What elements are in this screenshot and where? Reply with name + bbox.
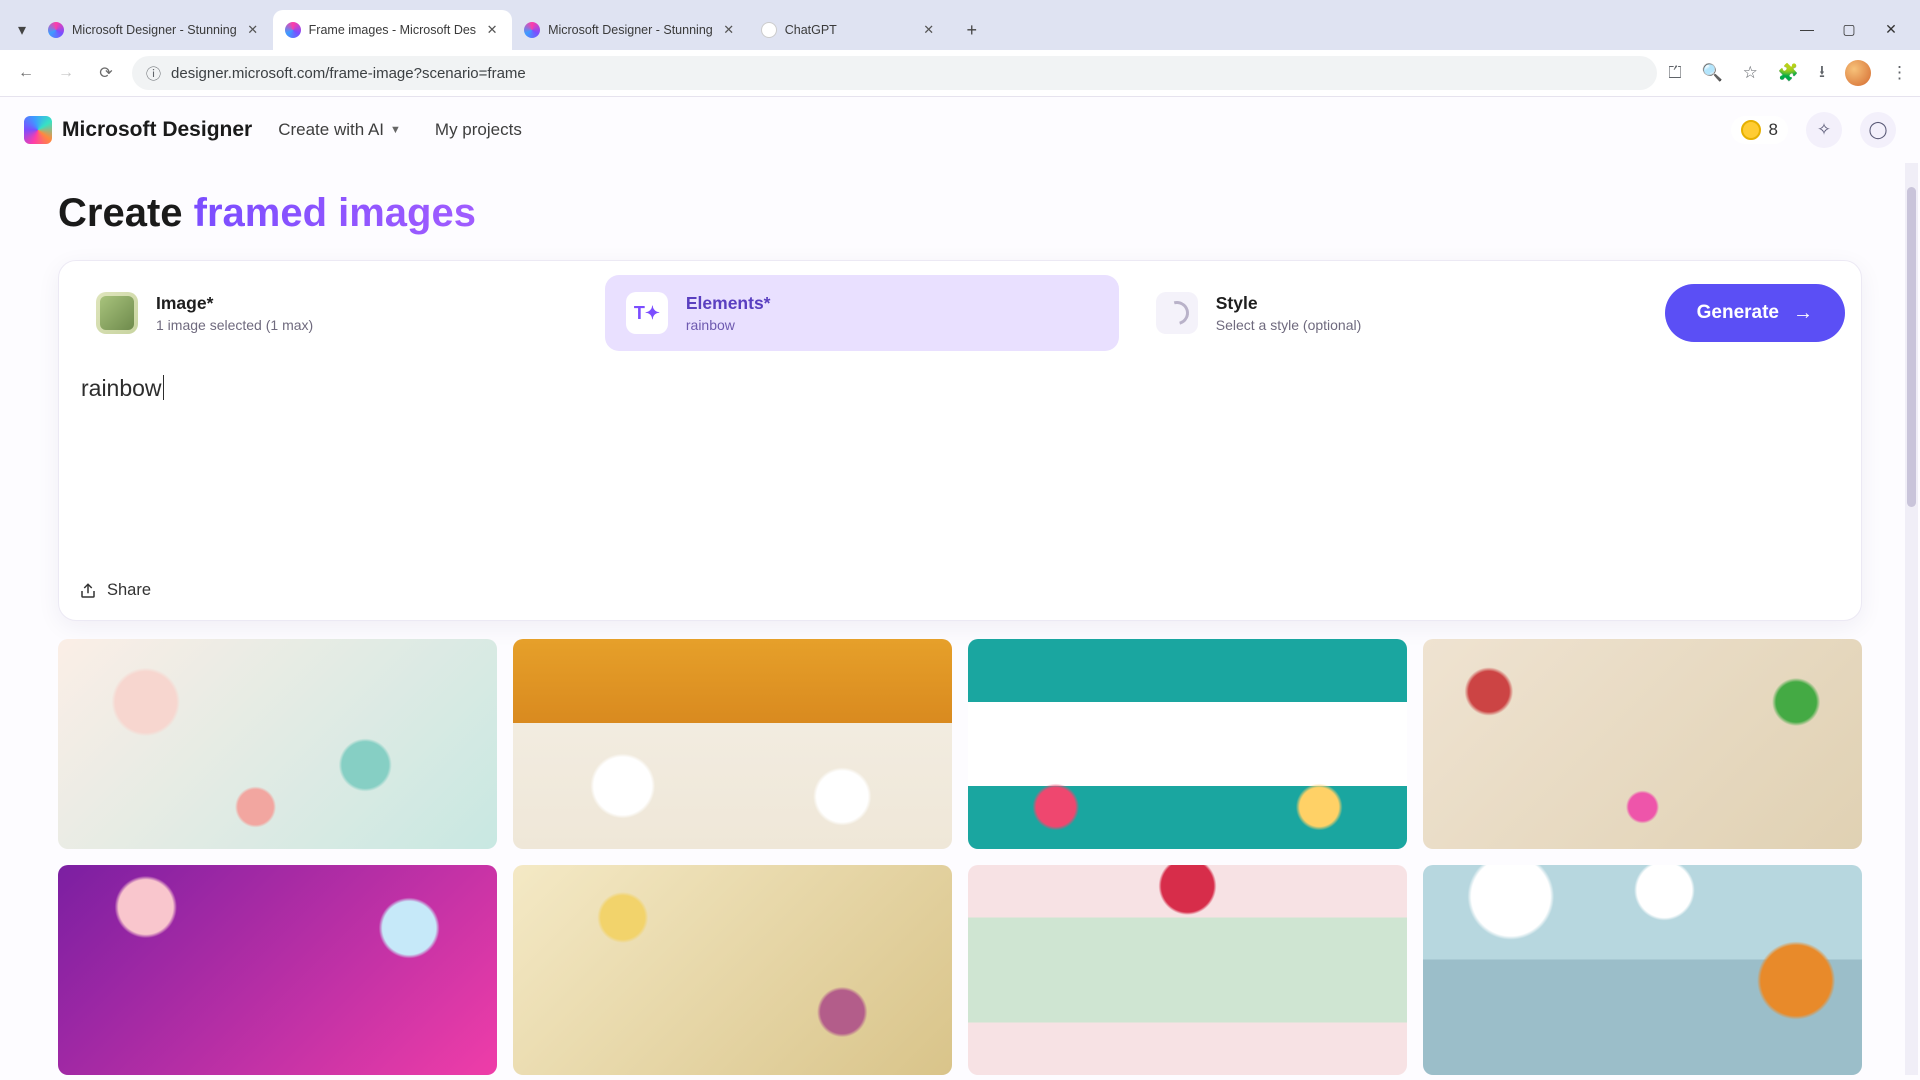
card-image[interactable]: Image* 1 image selected (1 max) bbox=[75, 275, 589, 351]
elements-prompt-input[interactable]: rainbow bbox=[75, 365, 1845, 575]
example-tile[interactable] bbox=[968, 865, 1407, 1075]
brand[interactable]: Microsoft Designer bbox=[24, 116, 252, 144]
browser-tab-active[interactable]: Frame images - Microsoft Des ✕ bbox=[273, 10, 512, 50]
example-tile[interactable] bbox=[58, 865, 497, 1075]
toolbar-right: ⏍ 🔍 ☆ 🧩 ⭳ ⋮ bbox=[1669, 59, 1908, 88]
credits-indicator[interactable]: 8 bbox=[1731, 116, 1788, 144]
nav-label: Create with AI bbox=[278, 120, 384, 140]
share-icon bbox=[79, 582, 97, 600]
app-header: Microsoft Designer Create with AI ▼ My p… bbox=[0, 97, 1920, 163]
zoom-icon[interactable]: 🔍 bbox=[1701, 63, 1722, 83]
address-bar[interactable]: ⓘ designer.microsoft.com/frame-image?sce… bbox=[132, 56, 1657, 90]
generate-button[interactable]: Generate → bbox=[1665, 284, 1845, 342]
nav-create-with-ai[interactable]: Create with AI ▼ bbox=[278, 120, 401, 140]
header-right: 8 ✧ ◯ bbox=[1731, 112, 1896, 148]
url-text: designer.microsoft.com/frame-image?scena… bbox=[171, 65, 526, 82]
browser-toolbar: ← → ⟳ ⓘ designer.microsoft.com/frame-ima… bbox=[0, 50, 1920, 97]
card-elements-sub: rainbow bbox=[686, 317, 771, 333]
tab-title: Frame images - Microsoft Des bbox=[309, 23, 476, 37]
elements-icon: T✦ bbox=[626, 292, 668, 334]
main-content: Create framed images Image* 1 image sele… bbox=[0, 163, 1920, 1075]
chevron-down-icon: ▼ bbox=[390, 124, 401, 136]
bookmark-icon[interactable]: ☆ bbox=[1743, 63, 1758, 83]
nav-label: My projects bbox=[435, 120, 522, 140]
tab-title: Microsoft Designer - Stunning bbox=[72, 23, 237, 37]
share-label: Share bbox=[107, 581, 151, 600]
card-style-sub: Select a style (optional) bbox=[1216, 317, 1362, 333]
install-app-icon[interactable]: ⏍ bbox=[1669, 63, 1682, 83]
close-tab-icon[interactable]: ✕ bbox=[484, 22, 500, 38]
browser-tab[interactable]: Microsoft Designer - Stunning ✕ bbox=[512, 10, 749, 50]
prompt-panel: Image* 1 image selected (1 max) T✦ Eleme… bbox=[58, 260, 1862, 621]
close-tab-icon[interactable]: ✕ bbox=[921, 22, 937, 38]
account-icon[interactable]: ◯ bbox=[1860, 112, 1896, 148]
nav-my-projects[interactable]: My projects bbox=[435, 120, 522, 140]
back-button[interactable]: ← bbox=[12, 59, 40, 87]
kebab-menu-icon[interactable]: ⋮ bbox=[1891, 63, 1908, 83]
tab-title: Microsoft Designer - Stunning bbox=[548, 23, 713, 37]
window-controls: — ▢ ✕ bbox=[1798, 21, 1900, 38]
extensions-icon[interactable]: 🧩 bbox=[1778, 63, 1799, 83]
example-tile[interactable] bbox=[1423, 865, 1862, 1075]
vertical-scrollbar[interactable] bbox=[1905, 163, 1918, 1075]
new-tab-button[interactable]: + bbox=[957, 15, 987, 45]
example-tile[interactable] bbox=[58, 639, 497, 849]
card-elements-label: Elements* bbox=[686, 293, 771, 314]
minimize-icon[interactable]: — bbox=[1798, 21, 1816, 38]
tab-title: ChatGPT bbox=[785, 23, 913, 37]
example-tile[interactable] bbox=[1423, 639, 1862, 849]
chatgpt-favicon bbox=[761, 22, 777, 38]
style-icon bbox=[1156, 292, 1198, 334]
downloads-icon[interactable]: ⭳ bbox=[1819, 59, 1825, 88]
tab-list: Microsoft Designer - Stunning ✕ Frame im… bbox=[36, 0, 949, 50]
designer-favicon bbox=[285, 22, 301, 38]
card-image-label: Image* bbox=[156, 293, 313, 314]
card-style[interactable]: Style Select a style (optional) bbox=[1135, 275, 1649, 351]
tab-search-dropdown[interactable]: ▾ bbox=[8, 16, 36, 44]
close-tab-icon[interactable]: ✕ bbox=[245, 22, 261, 38]
designer-favicon bbox=[524, 22, 540, 38]
example-tile[interactable] bbox=[513, 639, 952, 849]
coin-icon bbox=[1741, 120, 1761, 140]
page-title: Create framed images bbox=[58, 191, 1862, 236]
browser-tab-strip: ▾ Microsoft Designer - Stunning ✕ Frame … bbox=[0, 0, 1920, 50]
scrollbar-thumb[interactable] bbox=[1907, 187, 1916, 507]
example-tile[interactable] bbox=[968, 639, 1407, 849]
maximize-icon[interactable]: ▢ bbox=[1840, 21, 1858, 38]
prompt-value: rainbow bbox=[81, 375, 164, 402]
arrow-right-icon: → bbox=[1793, 302, 1813, 325]
browser-tab[interactable]: Microsoft Designer - Stunning ✕ bbox=[36, 10, 273, 50]
designer-favicon bbox=[48, 22, 64, 38]
main-nav: Create with AI ▼ My projects bbox=[278, 120, 522, 140]
examples-gallery bbox=[58, 639, 1862, 1075]
credits-count: 8 bbox=[1769, 120, 1778, 140]
forward-button[interactable]: → bbox=[52, 59, 80, 87]
designer-logo-icon bbox=[24, 116, 52, 144]
share-button[interactable]: Share bbox=[75, 575, 1845, 602]
share-app-icon[interactable]: ✧ bbox=[1806, 112, 1842, 148]
close-tab-icon[interactable]: ✕ bbox=[721, 22, 737, 38]
title-prefix: Create bbox=[58, 191, 194, 235]
card-style-label: Style bbox=[1216, 293, 1362, 314]
example-tile[interactable] bbox=[513, 865, 952, 1075]
generate-label: Generate bbox=[1697, 302, 1779, 324]
card-elements[interactable]: T✦ Elements* rainbow bbox=[605, 275, 1119, 351]
prompt-area[interactable]: rainbow bbox=[75, 365, 1845, 575]
title-accent: framed images bbox=[194, 191, 476, 235]
option-row: Image* 1 image selected (1 max) T✦ Eleme… bbox=[75, 275, 1845, 351]
close-window-icon[interactable]: ✕ bbox=[1882, 21, 1900, 38]
image-thumbnail bbox=[96, 292, 138, 334]
brand-name: Microsoft Designer bbox=[62, 118, 252, 142]
profile-avatar[interactable] bbox=[1845, 60, 1871, 86]
card-image-sub: 1 image selected (1 max) bbox=[156, 317, 313, 333]
reload-button[interactable]: ⟳ bbox=[92, 59, 120, 87]
site-info-icon[interactable]: ⓘ bbox=[146, 63, 161, 84]
browser-tab[interactable]: ChatGPT ✕ bbox=[749, 10, 949, 50]
